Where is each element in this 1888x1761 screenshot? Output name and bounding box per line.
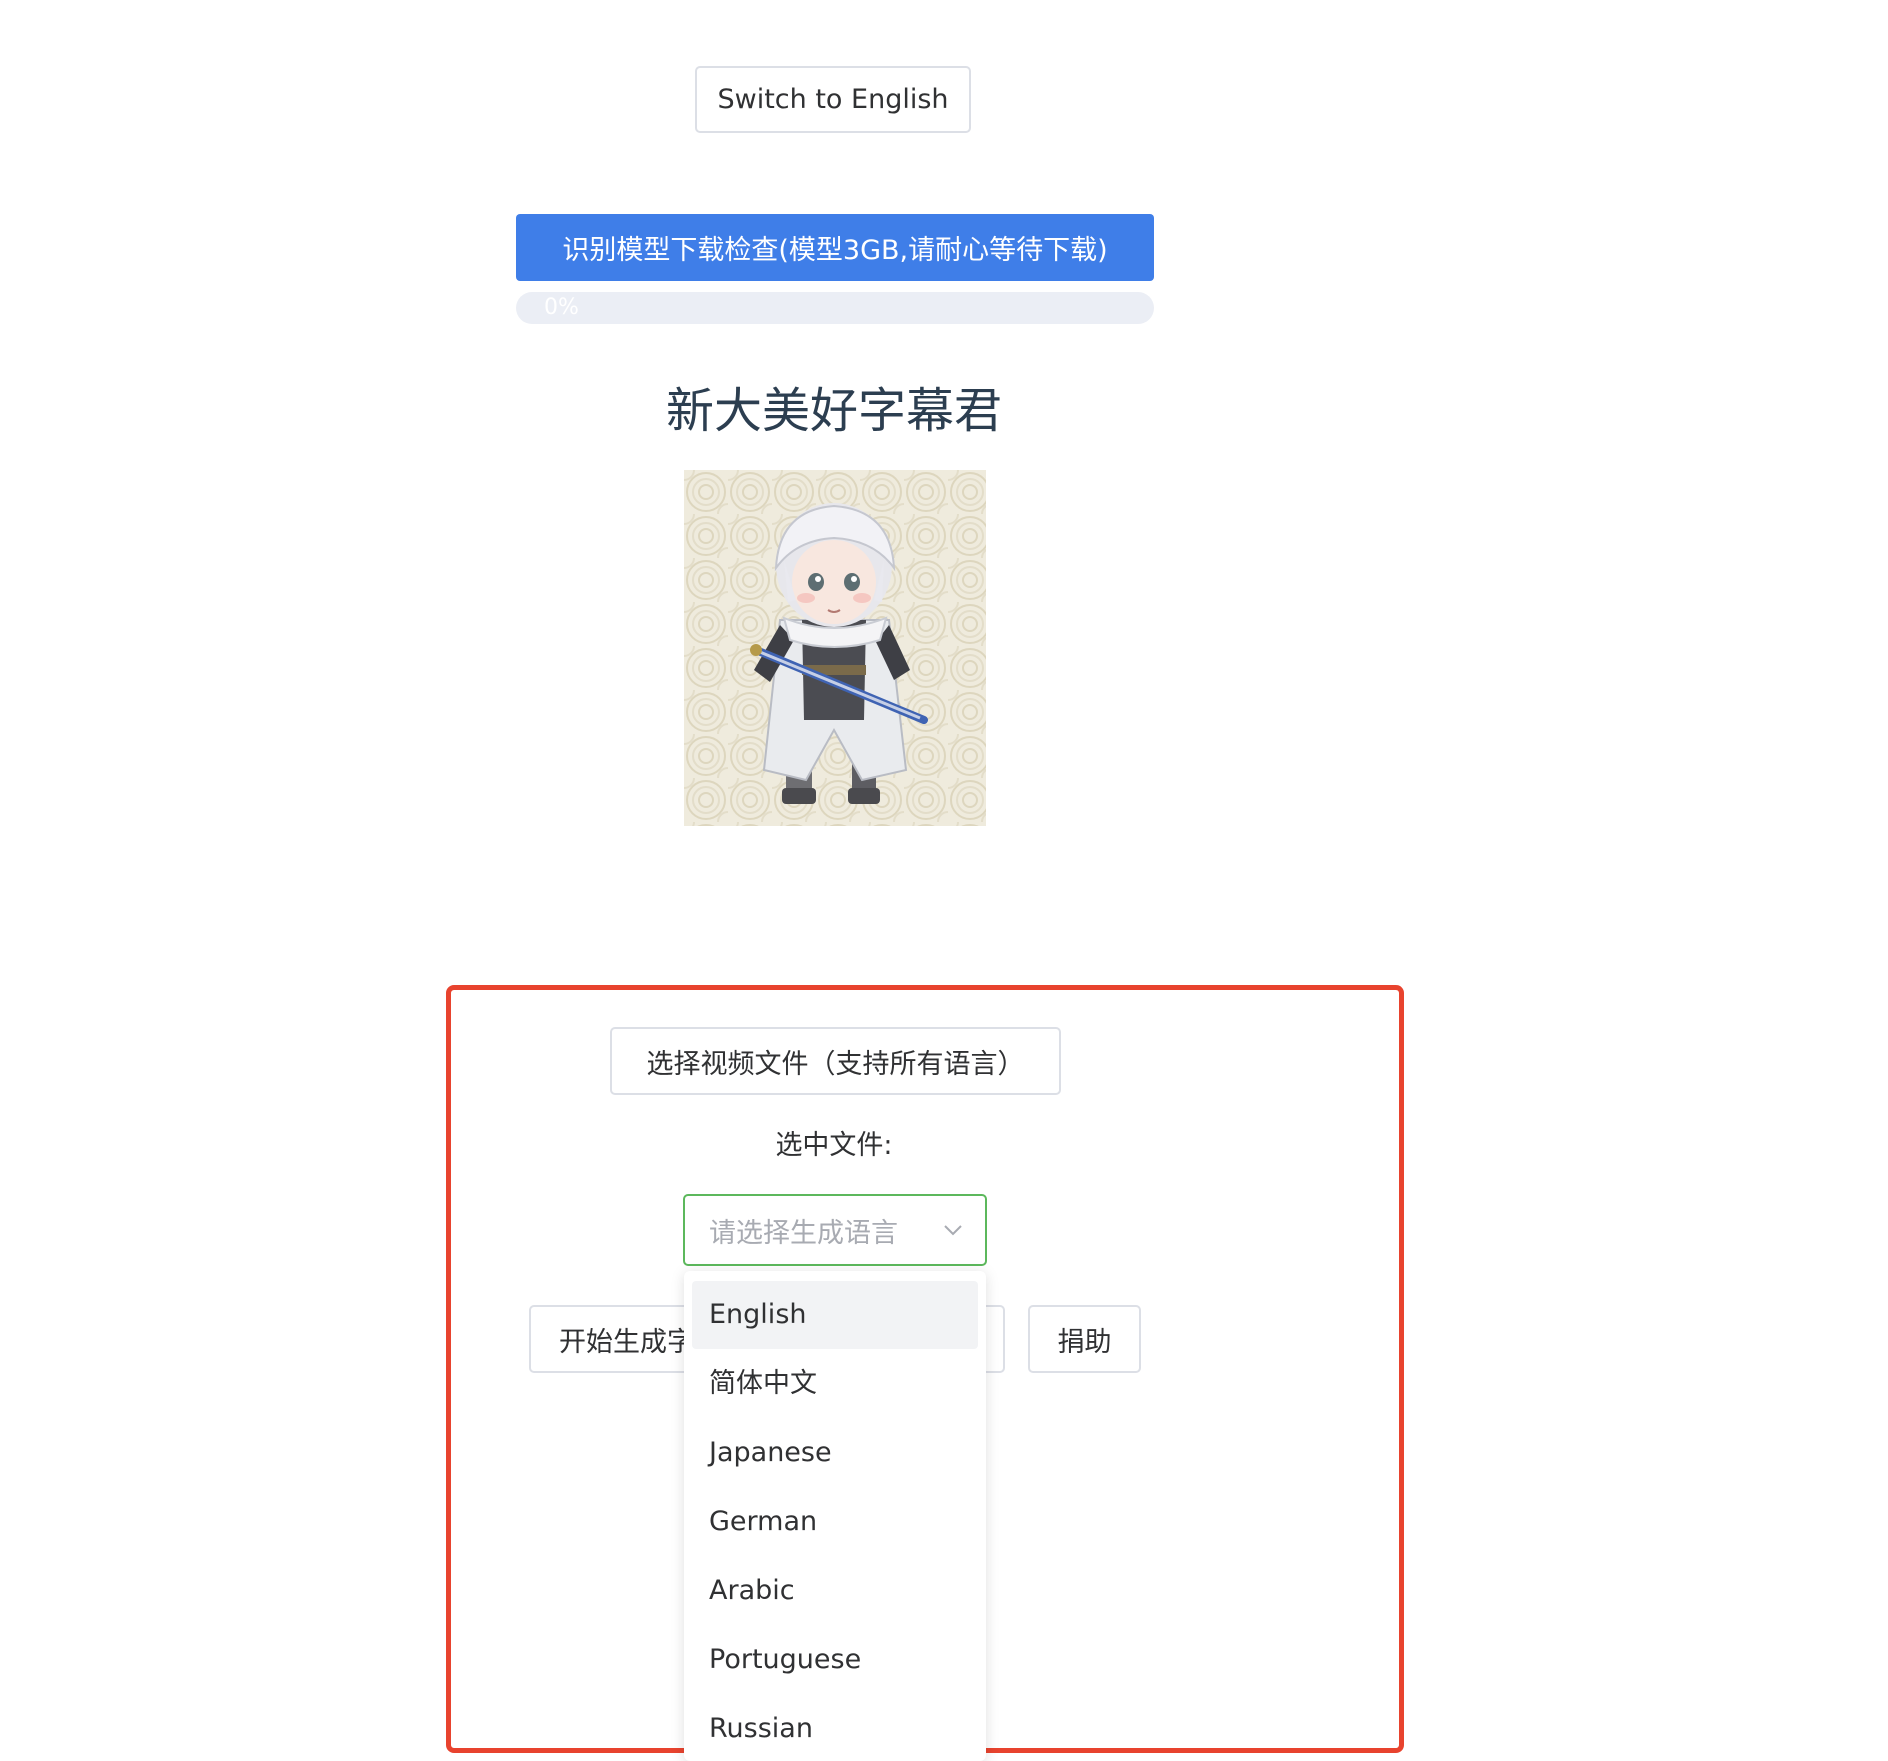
download-progress-text: 0% [544, 295, 579, 320]
language-select[interactable]: 请选择生成语言 [683, 1194, 987, 1266]
download-progress-bar: 0% [516, 292, 1154, 324]
language-option-english[interactable]: English [692, 1281, 978, 1349]
language-option-japanese[interactable]: Japanese [692, 1419, 978, 1487]
switch-to-english-button[interactable]: Switch to English [695, 66, 971, 133]
donate-button[interactable]: 捐助 [1028, 1305, 1141, 1373]
language-option-german[interactable]: German [692, 1488, 978, 1556]
language-select-placeholder: 请选择生成语言 [709, 1217, 898, 1249]
choose-video-file-button[interactable]: 选择视频文件（支持所有语言） [610, 1027, 1061, 1095]
language-option-russian[interactable]: Russian [692, 1695, 978, 1761]
selected-file-label: 选中文件: [775, 1130, 893, 1161]
chevron-down-icon [944, 1225, 962, 1236]
language-option-arabic[interactable]: Arabic [692, 1557, 978, 1625]
language-option-simplified-chinese[interactable]: 简体中文 [692, 1350, 978, 1418]
swordsman-character-icon [684, 470, 986, 826]
app-title: 新大美好字幕君 [665, 383, 1002, 439]
language-option-portuguese[interactable]: Portuguese [692, 1626, 978, 1694]
language-dropdown-menu: English 简体中文 Japanese German Arabic Port… [684, 1271, 986, 1761]
model-download-check-button[interactable]: 识别模型下载检查(模型3GB,请耐心等待下载) [516, 214, 1154, 281]
